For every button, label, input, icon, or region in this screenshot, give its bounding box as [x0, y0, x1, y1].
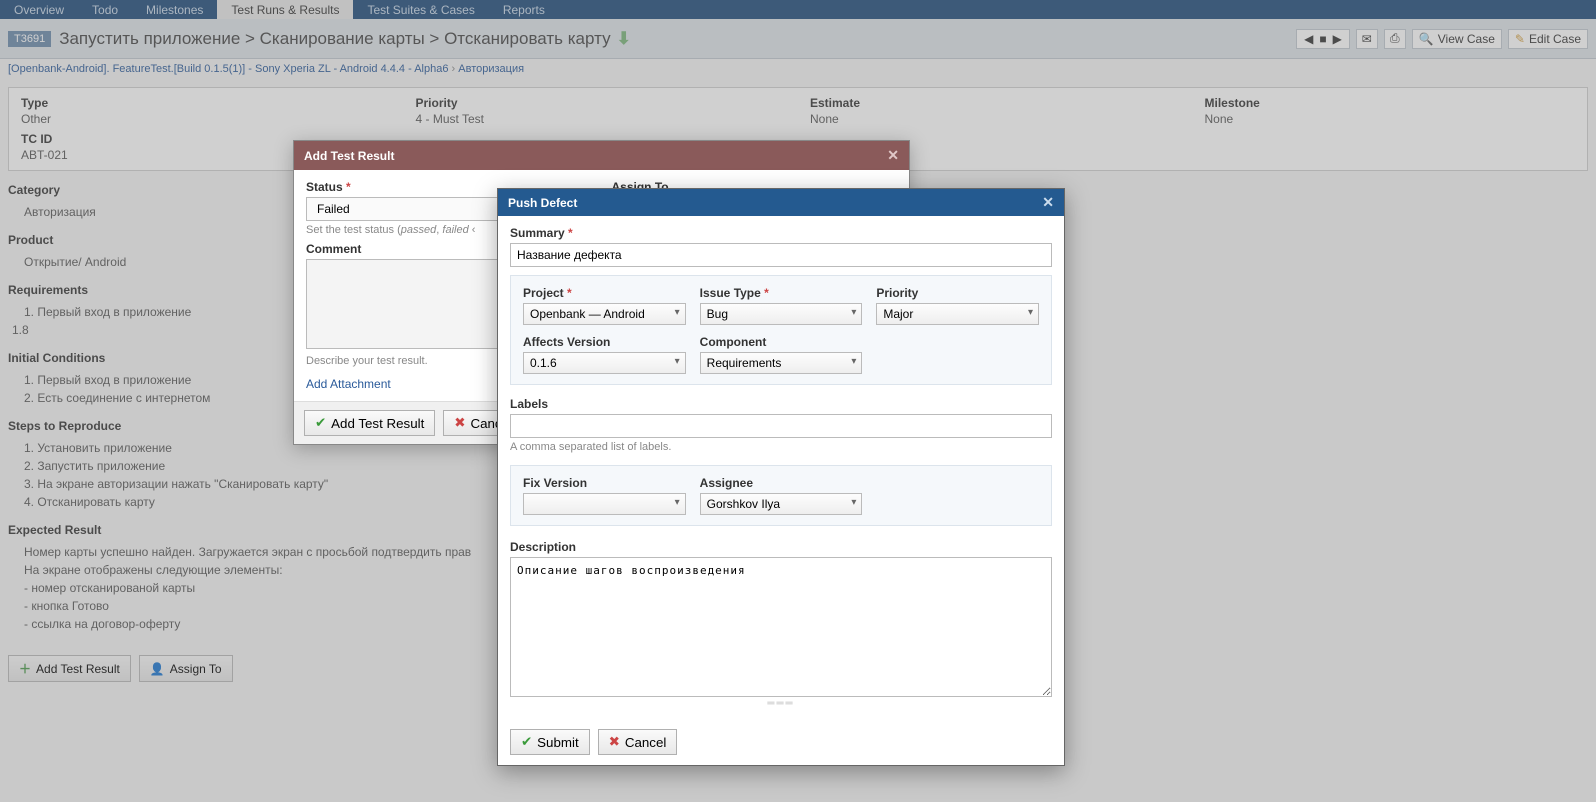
add-test-result-button[interactable]: ＋ Add Test Result: [8, 655, 131, 682]
header-actions: ◀ ■ ▶ ✉ ⎙ 🔍 View Case ✎ Edit Case: [1296, 29, 1588, 49]
dialog-title-bar[interactable]: Add Test Result ✕: [294, 141, 909, 170]
fixversion-label: Fix Version: [523, 476, 686, 490]
fields-group-1: Project * Openbank — Android Issue Type …: [510, 275, 1052, 385]
milestone-value: None: [1205, 112, 1576, 126]
nav-prev-button[interactable]: ◀: [1301, 32, 1316, 46]
dialog-title-bar[interactable]: Push Defect ✕: [498, 189, 1064, 216]
push-defect-dialog: Push Defect ✕ Summary * Project * Openba…: [497, 188, 1065, 766]
sub-breadcrumb: [Openbank-Android]. FeatureTest.[Build 0…: [0, 59, 1596, 79]
issuetype-label: Issue Type *: [700, 286, 863, 300]
priority-select[interactable]: Major: [876, 303, 1039, 325]
affects-select[interactable]: 0.1.6: [523, 352, 686, 374]
estimate-value: None: [810, 112, 1181, 126]
mail-icon[interactable]: ✉: [1356, 29, 1378, 49]
issuetype-select[interactable]: Bug: [700, 303, 863, 325]
cancel-button[interactable]: ✖ Cancel: [598, 729, 678, 755]
x-icon: ✖: [454, 415, 465, 431]
affects-label: Affects Version: [523, 335, 686, 349]
summary-input[interactable]: [510, 243, 1052, 267]
tab-test-suites[interactable]: Test Suites & Cases: [353, 0, 488, 19]
crumb-run[interactable]: [Openbank-Android]. FeatureTest.[Build 0…: [8, 63, 448, 75]
print-icon[interactable]: ⎙: [1384, 29, 1406, 49]
nav-stop-button[interactable]: ■: [1316, 32, 1329, 46]
tab-milestones[interactable]: Milestones: [132, 0, 217, 19]
edit-case-label: Edit Case: [1529, 32, 1581, 46]
check-icon: ✔: [315, 415, 326, 431]
search-icon: 🔍: [1419, 32, 1434, 46]
submit-label: Submit: [537, 735, 578, 750]
crumb-section[interactable]: Авторизация: [458, 63, 524, 75]
add-test-result-label: Add Test Result: [36, 662, 120, 676]
tab-reports[interactable]: Reports: [489, 0, 559, 19]
tab-test-runs[interactable]: Test Runs & Results: [217, 0, 353, 19]
title-text: Запустить приложение > Сканирование карт…: [59, 29, 610, 49]
x-icon: ✖: [609, 734, 620, 750]
dialog-submit-button[interactable]: ✔ Add Test Result: [304, 410, 435, 436]
project-select[interactable]: Openbank — Android: [523, 303, 686, 325]
plus-icon: ＋: [19, 660, 31, 677]
pencil-icon: ✎: [1515, 32, 1525, 46]
close-icon[interactable]: ✕: [887, 147, 899, 164]
edit-case-button[interactable]: ✎ Edit Case: [1508, 29, 1588, 49]
nav-group: ◀ ■ ▶: [1296, 29, 1350, 49]
add-attachment-link[interactable]: Add Attachment: [306, 377, 391, 391]
type-label: Type: [21, 96, 392, 110]
test-id-badge: T3691: [8, 31, 51, 47]
priority-value: 4 - Must Test: [416, 112, 787, 126]
fields-group-2: Fix Version Assignee Gorshkov Ilya: [510, 465, 1052, 526]
cancel-label: Cancel: [625, 735, 667, 750]
description-label: Description: [510, 540, 1052, 554]
crumb-sep: ›: [452, 63, 456, 75]
summary-label: Summary *: [510, 226, 1052, 240]
priority-label: Priority: [416, 96, 787, 110]
assignee-select[interactable]: Gorshkov Ilya: [700, 493, 863, 515]
close-icon[interactable]: ✕: [1042, 194, 1054, 211]
header-bar: T3691 Запустить приложение > Сканировани…: [0, 19, 1596, 59]
project-label: Project *: [523, 286, 686, 300]
top-nav: Overview Todo Milestones Test Runs & Res…: [0, 0, 1596, 19]
priority-label: Priority: [876, 286, 1039, 300]
assignee-label: Assignee: [700, 476, 863, 490]
tab-overview[interactable]: Overview: [0, 0, 78, 19]
fixversion-select[interactable]: [523, 493, 686, 515]
labels-label: Labels: [510, 397, 1052, 411]
dialog-title: Push Defect: [508, 196, 577, 210]
assign-to-label: Assign To: [170, 662, 222, 676]
check-icon: ✔: [521, 734, 532, 750]
page-title: Запустить приложение > Сканирование карт…: [59, 29, 1296, 49]
tab-todo[interactable]: Todo: [78, 0, 132, 19]
resize-handle[interactable]: ═══: [510, 698, 1052, 709]
submit-button[interactable]: ✔ Submit: [510, 729, 590, 755]
description-textarea[interactable]: Описание шагов воспроизведения: [510, 557, 1052, 697]
milestone-label: Milestone: [1205, 96, 1576, 110]
dialog-title: Add Test Result: [304, 149, 394, 163]
view-case-label: View Case: [1438, 32, 1495, 46]
estimate-label: Estimate: [810, 96, 1181, 110]
view-case-button[interactable]: 🔍 View Case: [1412, 29, 1502, 49]
assign-to-button[interactable]: 👤 Assign To: [139, 655, 233, 682]
component-label: Component: [700, 335, 863, 349]
user-icon: 👤: [150, 662, 165, 676]
expand-icon[interactable]: ⬇: [617, 29, 631, 49]
labels-input[interactable]: [510, 414, 1052, 438]
nav-next-button[interactable]: ▶: [1330, 32, 1345, 46]
component-select[interactable]: Requirements: [700, 352, 863, 374]
submit-label: Add Test Result: [331, 416, 424, 431]
type-value: Other: [21, 112, 392, 126]
labels-hint: A comma separated list of labels.: [510, 441, 1052, 453]
